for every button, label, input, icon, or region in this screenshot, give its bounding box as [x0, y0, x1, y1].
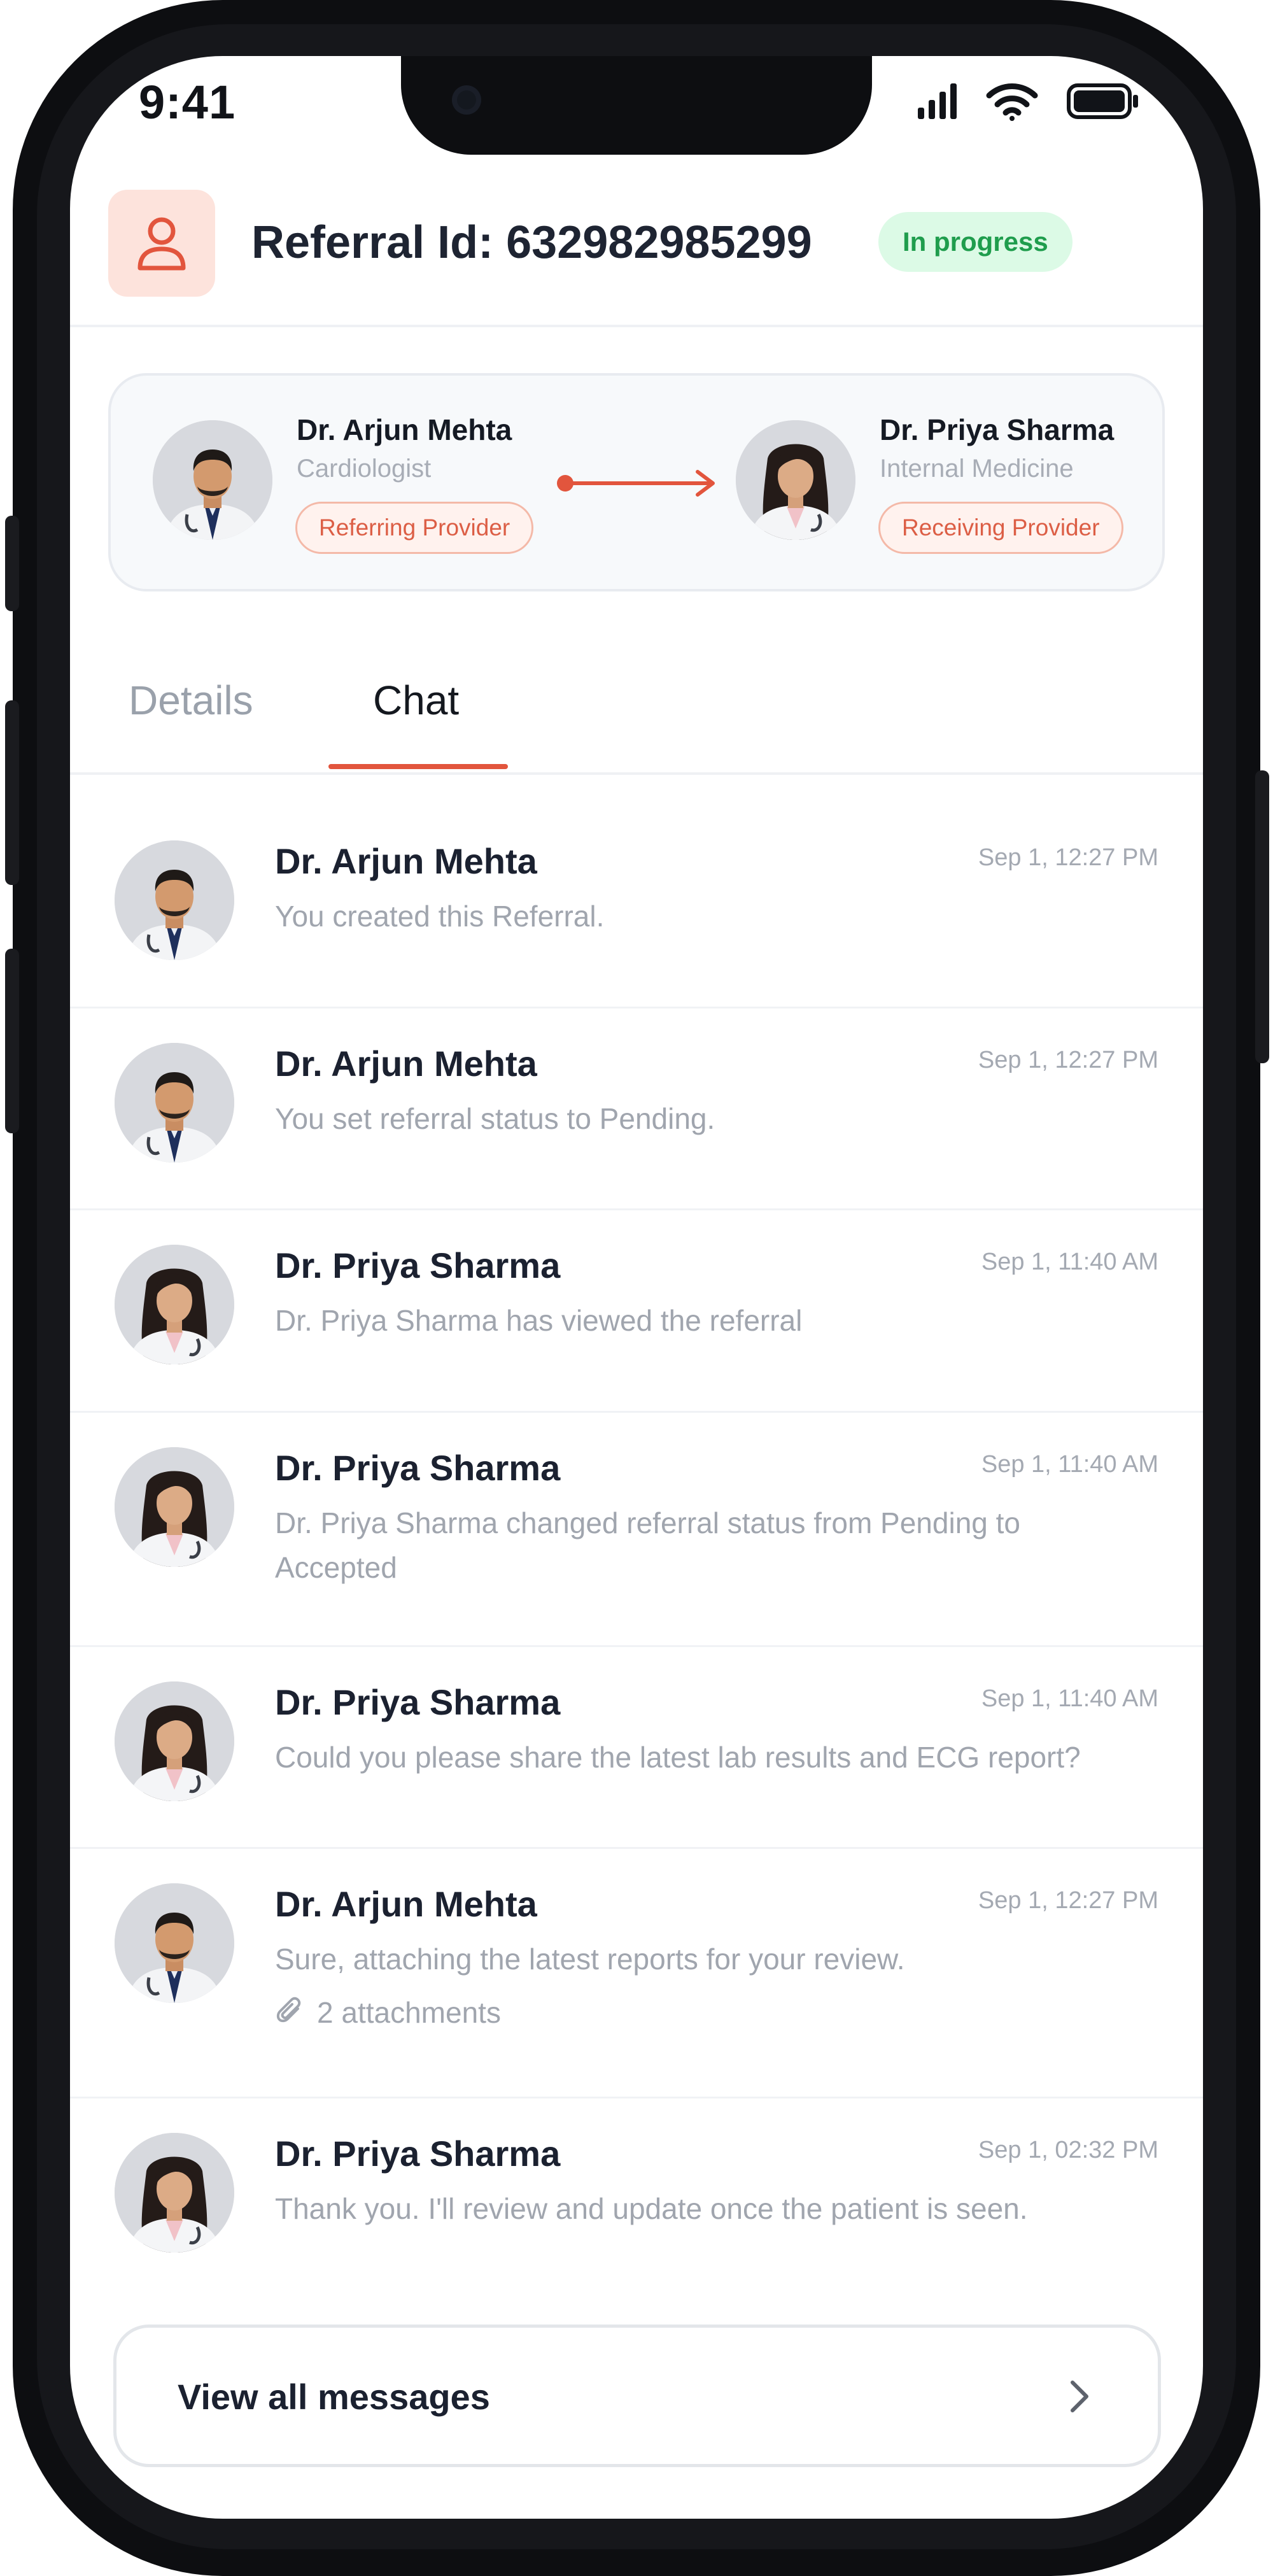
message-text: Could you please share the latest lab re… [275, 1741, 1081, 1774]
message-timestamp: Sep 1, 12:27 PM [978, 1887, 1158, 1914]
referring-provider-name: Dr. Arjun Mehta [297, 413, 512, 446]
message-sender: Dr. Arjun Mehta [275, 1044, 537, 1084]
front-camera [452, 85, 481, 115]
status-time: 9:41 [139, 76, 236, 129]
male-doctor-avatar [115, 1883, 234, 2003]
receiving-provider-name: Dr. Priya Sharma [880, 413, 1115, 446]
female-doctor-avatar [115, 1447, 234, 1567]
message-item[interactable]: Dr. Priya Sharma Sep 1, 02:32 PM Thank you… [70, 2098, 1203, 2315]
message-item[interactable]: Dr. Priya Sharma Sep 1, 11:40 AM Dr. Priya… [70, 1413, 1203, 1647]
signal-icon [918, 83, 957, 119]
message-timestamp: Sep 1, 11:40 AM [981, 1685, 1158, 1712]
message-timestamp: Sep 1, 02:32 PM [978, 2137, 1158, 2163]
view-all-messages-button[interactable]: View all messages [113, 2325, 1161, 2467]
volume-down-button [5, 949, 19, 1133]
female-doctor-avatar [115, 2133, 234, 2253]
attachments-label: 2 attachments [317, 1996, 501, 2029]
referral-id: Referral Id: 632982985299 [251, 217, 812, 268]
tab-chat[interactable]: Chat [373, 677, 459, 724]
message-sender: Dr. Arjun Mehta [275, 841, 537, 881]
message-text: You set referral status to Pending. [275, 1102, 715, 1135]
arrow-right-icon [557, 470, 715, 497]
message-avatar [115, 1883, 234, 2003]
battery-icon [1067, 83, 1138, 119]
message-item[interactable]: Dr. Priya Sharma Sep 1, 11:40 AM Dr. Priya… [70, 1210, 1203, 1413]
receiving-provider-avatar [736, 420, 855, 540]
message-text: Thank you. I'll review and update once t… [275, 2192, 1028, 2225]
paperclip-icon [276, 1997, 301, 2023]
message-timestamp: Sep 1, 11:40 AM [981, 1451, 1158, 1478]
status-icons [917, 81, 1139, 121]
active-tab-indicator [328, 764, 508, 769]
power-button [1255, 770, 1269, 1063]
message-sender: Dr. Arjun Mehta [275, 1884, 537, 1924]
tabs-divider [70, 772, 1203, 775]
message-attachments[interactable]: 2 attachments [275, 1995, 501, 2030]
message-sender: Dr. Priya Sharma [275, 2134, 561, 2174]
message-avatar [115, 1681, 234, 1801]
male-doctor-avatar [153, 420, 272, 540]
receiving-provider-tag: Receiving Provider [878, 502, 1123, 554]
header-divider [70, 325, 1203, 327]
message-timestamp: Sep 1, 12:27 PM [978, 1047, 1158, 1073]
referring-provider-avatar [153, 420, 272, 540]
dynamic-island [401, 56, 872, 155]
wifi-icon [986, 83, 1038, 121]
tab-details[interactable]: Details [129, 677, 253, 724]
message-sender: Dr. Priya Sharma [275, 1682, 561, 1722]
status-badge: In progress [878, 212, 1073, 272]
receiving-provider-specialty: Internal Medicine [880, 455, 1074, 483]
screen: 9:41 Referral Id: 632982985299 In progre… [70, 56, 1203, 2519]
male-doctor-avatar [115, 1043, 234, 1163]
message-item[interactable]: Dr. Arjun Mehta Sep 1, 12:27 PM You create… [70, 806, 1203, 1008]
referring-provider-tag: Referring Provider [295, 502, 534, 554]
view-all-messages-label: View all messages [178, 2377, 490, 2417]
person-icon [137, 217, 186, 271]
message-item[interactable]: Dr. Arjun Mehta Sep 1, 12:27 PM You set re… [70, 1008, 1203, 1210]
providers-card: Dr. Arjun Mehta Cardiologist Referring P… [108, 373, 1165, 591]
message-text: Sure, attaching the latest reports for y… [275, 1943, 905, 1976]
message-avatar [115, 1043, 234, 1163]
message-timestamp: Sep 1, 12:27 PM [978, 844, 1158, 871]
female-doctor-avatar [115, 1245, 234, 1364]
mute-switch [5, 516, 19, 611]
message-timestamp: Sep 1, 11:40 AM [981, 1249, 1158, 1275]
patient-avatar [108, 190, 215, 297]
message-avatar [115, 1447, 234, 1567]
volume-up-button [5, 700, 19, 885]
message-text: Dr. Priya Sharma has viewed the referral [275, 1304, 803, 1337]
female-doctor-avatar [736, 420, 855, 540]
message-sender: Dr. Priya Sharma [275, 1245, 561, 1285]
female-doctor-avatar [115, 1681, 234, 1801]
referring-provider-specialty: Cardiologist [297, 455, 432, 483]
chevron-right-icon [1071, 2381, 1088, 2412]
message-text: Dr. Priya Sharma changed referral status… [275, 1506, 1021, 1584]
message-item[interactable]: Dr. Priya Sharma Sep 1, 11:40 AM Could you… [70, 1647, 1203, 1849]
referral-header: Referral Id: 632982985299 In progress [70, 183, 1203, 311]
message-sender: Dr. Priya Sharma [275, 1448, 561, 1488]
message-avatar [115, 840, 234, 960]
message-item[interactable]: Dr. Arjun Mehta Sep 1, 12:27 PM Sure, atta… [70, 1849, 1203, 2098]
male-doctor-avatar [115, 840, 234, 960]
message-avatar [115, 1245, 234, 1364]
message-avatar [115, 2133, 234, 2253]
message-text: You created this Referral. [275, 900, 605, 933]
